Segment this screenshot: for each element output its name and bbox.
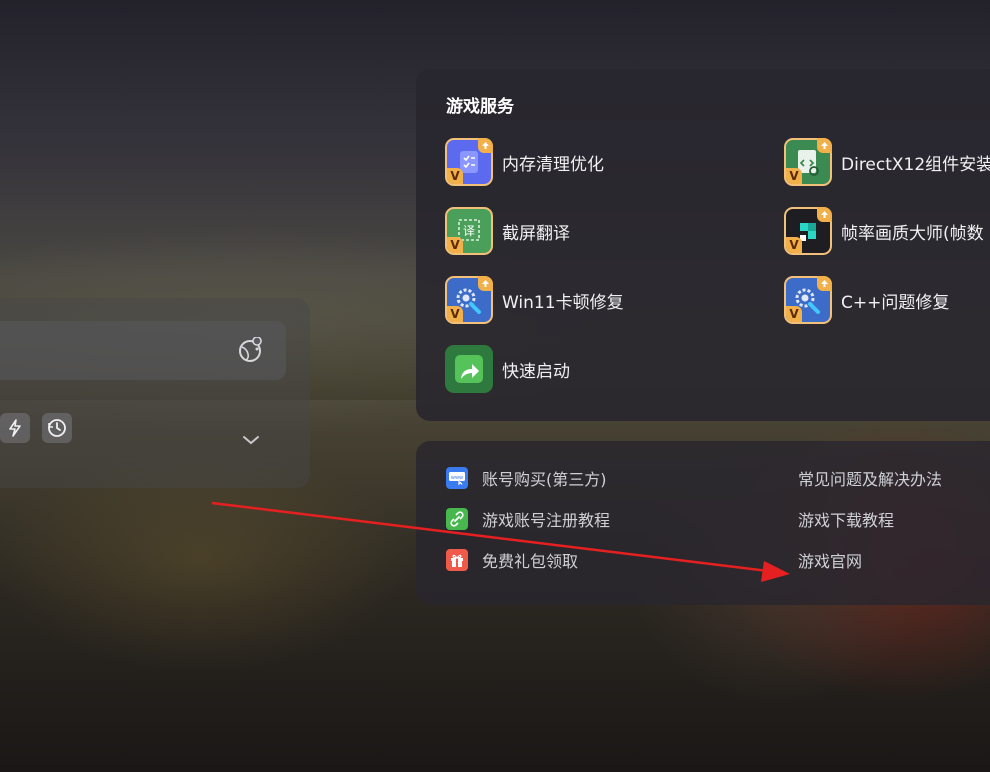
annotation-arrow bbox=[211, 501, 790, 582]
